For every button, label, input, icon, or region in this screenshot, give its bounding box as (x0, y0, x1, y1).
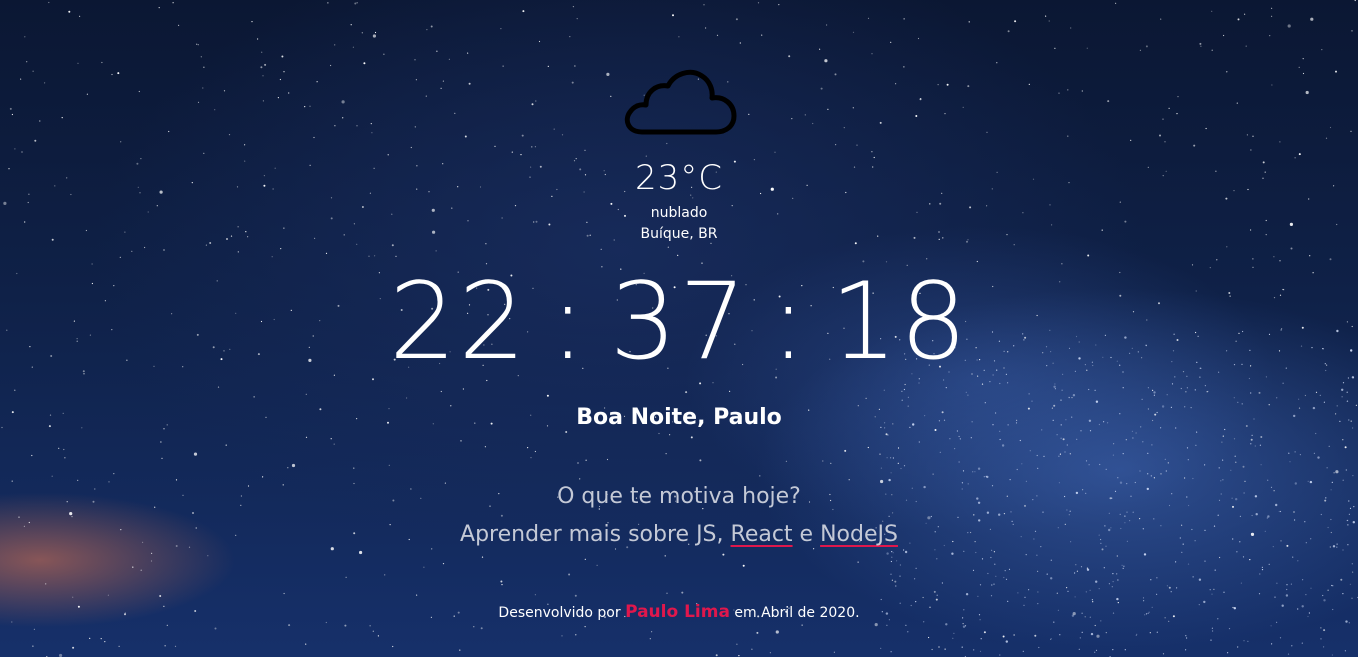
motivation-question: O que te motiva hoje? (557, 484, 801, 509)
clock-hours: 22 (388, 260, 528, 383)
footer-suffix: em Abril de 2020. (729, 605, 860, 621)
greeting: Boa Noite, Paulo (576, 405, 782, 430)
clock-minutes: 37 (609, 260, 749, 383)
motivation-answer[interactable]: Aprender mais sobre JS, React e NodeJS (0, 522, 1358, 547)
motivation-answer-prefix: Aprender mais sobre JS, (460, 522, 731, 547)
clock-separator: : (770, 260, 809, 383)
clock: 22:37:18 (0, 262, 1358, 382)
motivation-answer-middle: e (792, 522, 821, 547)
motivation-answer-node: NodeJS (820, 522, 898, 547)
clock-seconds: 18 (830, 260, 970, 383)
weather-description: nublado (650, 205, 708, 221)
motivation-answer-react: React (730, 522, 793, 547)
author-link[interactable]: Paulo Lima (625, 602, 730, 622)
footer: Desenvolvido por Paulo Lima em Abril de … (0, 602, 1358, 622)
cloud-icon (624, 69, 737, 135)
footer-prefix: Desenvolvido por (498, 605, 626, 621)
temperature: 23°C (634, 158, 723, 198)
location: Buíque, BR (640, 226, 718, 242)
clock-separator: : (549, 260, 588, 383)
